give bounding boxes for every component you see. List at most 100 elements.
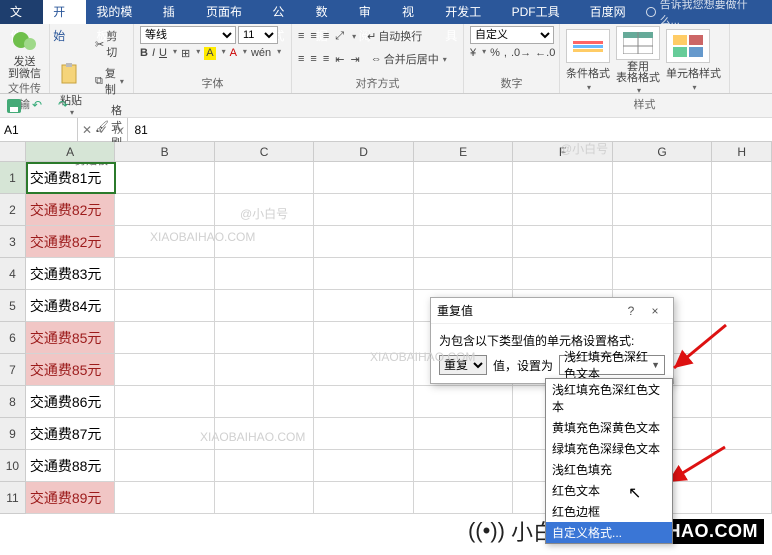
cell[interactable]	[712, 386, 772, 418]
copy-button[interactable]: ⧉ 复制▾	[90, 63, 129, 99]
cell[interactable]	[613, 226, 712, 258]
comma-button[interactable]: ,	[504, 47, 507, 59]
col-header-c[interactable]: C	[215, 142, 314, 161]
cell[interactable]	[712, 322, 772, 354]
cell[interactable]	[314, 322, 413, 354]
decrease-decimal-button[interactable]: ←.0	[535, 47, 555, 59]
tab-home[interactable]: 开始	[43, 0, 86, 24]
cell[interactable]	[314, 482, 413, 514]
indent-inc-button[interactable]: ⇥	[350, 53, 359, 66]
font-name-select[interactable]: 等线	[140, 26, 236, 44]
cell[interactable]	[613, 258, 712, 290]
dialog-close-button[interactable]: ×	[643, 304, 667, 318]
tab-dev[interactable]: 开发工具	[435, 0, 501, 24]
dialog-help-button[interactable]: ?	[619, 304, 643, 318]
orientation-button[interactable]: ⤢	[335, 30, 344, 43]
cell[interactable]: 交通费82元	[26, 194, 116, 226]
cancel-formula-icon[interactable]: ✕	[82, 123, 92, 137]
merge-center-button[interactable]: ⇔ 合并后居中▾	[366, 49, 452, 69]
cell[interactable]	[215, 386, 314, 418]
cell[interactable]	[215, 194, 314, 226]
cell[interactable]	[115, 194, 214, 226]
col-header-a[interactable]: A	[26, 142, 116, 161]
row-header[interactable]: 11	[0, 482, 26, 514]
cell[interactable]	[712, 194, 772, 226]
font-color-button[interactable]: A	[230, 47, 237, 60]
cell[interactable]: 交通费86元	[26, 386, 116, 418]
format-option[interactable]: 浅红填充色深红色文本	[546, 379, 672, 417]
paste-icon[interactable]	[56, 62, 86, 92]
col-header-d[interactable]: D	[314, 142, 413, 161]
indent-dec-button[interactable]: ⇤	[335, 53, 344, 66]
row-header[interactable]: 9	[0, 418, 26, 450]
col-header-e[interactable]: E	[414, 142, 513, 161]
tab-baidu[interactable]: 百度网盘	[580, 0, 646, 24]
fx-icon[interactable]: fx	[114, 123, 123, 137]
tab-formula[interactable]: 公式	[262, 0, 305, 24]
cell[interactable]	[414, 418, 513, 450]
cell[interactable]	[513, 226, 612, 258]
cell[interactable]	[414, 482, 513, 514]
format-option[interactable]: 浅红色填充	[546, 459, 672, 480]
cell[interactable]	[115, 354, 214, 386]
row-header[interactable]: 8	[0, 386, 26, 418]
row-header[interactable]: 2	[0, 194, 26, 226]
cell[interactable]	[115, 482, 214, 514]
cell[interactable]	[115, 290, 214, 322]
cell[interactable]	[314, 418, 413, 450]
tab-view[interactable]: 视图	[392, 0, 435, 24]
cell[interactable]	[115, 162, 214, 194]
cell[interactable]	[314, 226, 413, 258]
conditional-format-button[interactable]: 条件格式▾	[566, 29, 610, 93]
cell[interactable]: 交通费82元	[26, 226, 116, 258]
row-header[interactable]: 4	[0, 258, 26, 290]
cell[interactable]	[215, 482, 314, 514]
percent-button[interactable]: %	[490, 47, 500, 59]
cell[interactable]	[314, 386, 413, 418]
format-with-select[interactable]: 浅红填充色深红色文本 ▼	[559, 355, 665, 375]
tell-me[interactable]: 告诉我您想要做什么...	[646, 0, 764, 28]
cell[interactable]	[712, 354, 772, 386]
cell[interactable]	[115, 226, 214, 258]
format-option[interactable]: 绿填充色深绿色文本	[546, 438, 672, 459]
select-all-corner[interactable]	[0, 142, 26, 161]
enter-formula-icon[interactable]: ✓	[98, 123, 108, 137]
currency-button[interactable]: ¥	[470, 47, 476, 59]
cell[interactable]	[513, 162, 612, 194]
row-header[interactable]: 10	[0, 450, 26, 482]
format-as-table-button[interactable]: 套用 表格格式▾	[616, 26, 660, 96]
phonetic-button[interactable]: wén	[251, 47, 271, 60]
align-right-button[interactable]: ≡	[323, 53, 329, 65]
align-middle-button[interactable]: ≡	[310, 30, 316, 42]
cell[interactable]	[513, 258, 612, 290]
border-button[interactable]: ⊞	[181, 47, 190, 60]
row-header[interactable]: 7	[0, 354, 26, 386]
wechat-icon[interactable]	[10, 26, 40, 56]
cut-button[interactable]: ✂ 剪切	[90, 26, 129, 62]
cell[interactable]	[314, 194, 413, 226]
font-size-select[interactable]: 11	[238, 26, 278, 44]
tab-pdf[interactable]: PDF工具集	[502, 0, 580, 24]
align-top-button[interactable]: ≡	[298, 30, 304, 42]
col-header-g[interactable]: G	[613, 142, 712, 161]
cell[interactable]	[314, 450, 413, 482]
cell[interactable]	[513, 194, 612, 226]
tab-file[interactable]: 文件	[0, 0, 43, 24]
cell[interactable]	[115, 386, 214, 418]
underline-button[interactable]: U	[159, 47, 167, 60]
cell[interactable]	[712, 258, 772, 290]
cell[interactable]	[314, 258, 413, 290]
cell[interactable]	[414, 226, 513, 258]
cell[interactable]	[215, 290, 314, 322]
format-option[interactable]: 红色文本	[546, 480, 672, 501]
tab-review[interactable]: 审阅	[349, 0, 392, 24]
row-header[interactable]: 6	[0, 322, 26, 354]
cell[interactable]	[115, 450, 214, 482]
cell[interactable]: 交通费87元	[26, 418, 116, 450]
cell[interactable]	[215, 354, 314, 386]
cell[interactable]	[314, 162, 413, 194]
cell[interactable]	[215, 418, 314, 450]
wrap-text-button[interactable]: ↵ 自动换行	[362, 26, 427, 46]
tab-data[interactable]: 数据	[306, 0, 349, 24]
cell[interactable]	[115, 418, 214, 450]
